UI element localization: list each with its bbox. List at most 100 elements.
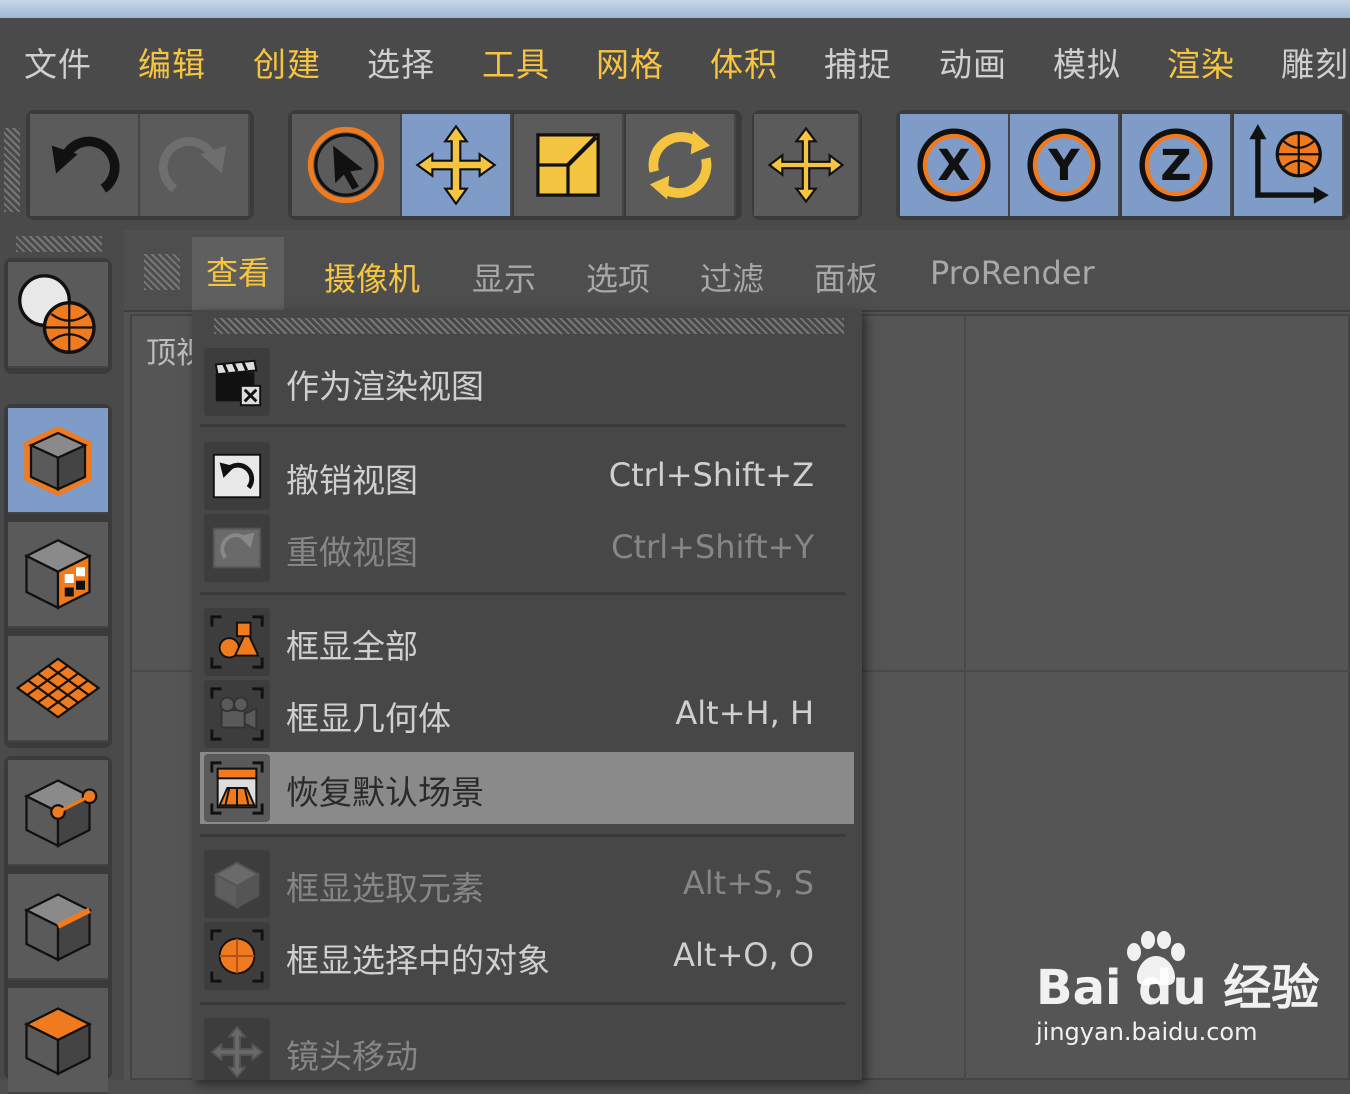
cursor-icon xyxy=(307,126,385,204)
grid-plane-icon xyxy=(15,657,101,719)
workplane-mode-button[interactable] xyxy=(8,262,108,368)
viewport-menu-filter[interactable]: 过滤 xyxy=(700,254,764,300)
cube-icon xyxy=(24,426,92,496)
globe-sphere-icon xyxy=(18,274,96,354)
move-arrows-icon xyxy=(415,124,497,206)
grid-line xyxy=(964,316,966,1082)
transform-arrows-icon xyxy=(767,126,845,204)
scale-icon xyxy=(536,133,600,197)
viewport-menu-panel[interactable]: 面板 xyxy=(814,254,878,300)
viewport-menu-prorender[interactable]: ProRender xyxy=(930,254,1095,292)
scale-button[interactable] xyxy=(514,114,624,216)
menu-file[interactable]: 文件 xyxy=(24,38,92,86)
points-cube-icon xyxy=(23,779,98,848)
menu-select[interactable]: 选择 xyxy=(367,38,435,86)
component-mode-group xyxy=(4,404,112,748)
model-mode-button[interactable] xyxy=(8,408,108,514)
menu-edit[interactable]: 编辑 xyxy=(138,38,206,86)
svg-text:Y: Y xyxy=(1047,141,1080,191)
menu-snap[interactable]: 捕捉 xyxy=(824,38,892,86)
toolbar-grip[interactable] xyxy=(4,128,20,212)
rotate-button[interactable] xyxy=(626,114,736,216)
menu-separator xyxy=(200,592,846,595)
redo-icon xyxy=(158,137,227,193)
points-mode-button[interactable] xyxy=(8,760,108,866)
y-axis-button[interactable]: Y xyxy=(1010,114,1120,216)
polygons-mode-button[interactable] xyxy=(8,988,108,1094)
coordinate-system-button[interactable] xyxy=(1234,114,1344,216)
checker-cube-icon xyxy=(23,538,93,610)
viewport-menu-camera[interactable]: 摄像机 xyxy=(324,254,420,300)
transform-extra-group xyxy=(752,110,862,220)
menu-render[interactable]: 渲染 xyxy=(1167,38,1235,86)
rotate-icon xyxy=(648,130,712,200)
menu-volume[interactable]: 体积 xyxy=(710,38,778,86)
edges-mode-button[interactable] xyxy=(8,874,108,980)
menu-create[interactable]: 创建 xyxy=(253,38,321,86)
left-palette-grip[interactable] xyxy=(16,236,102,252)
transform-button[interactable] xyxy=(754,114,860,216)
texture-mode-button[interactable] xyxy=(8,522,108,628)
frame-objects-icon xyxy=(204,922,270,990)
undo-button[interactable] xyxy=(30,114,140,216)
menu-animate[interactable]: 动画 xyxy=(939,38,1007,86)
viewport-grip[interactable] xyxy=(144,254,180,290)
polygons-cube-icon xyxy=(23,1007,93,1076)
baidu-jingyan-watermark: Bai du 经验 jingyan.baidu.com xyxy=(1036,930,1336,1050)
redo-button[interactable] xyxy=(140,114,250,216)
frame-elements-icon xyxy=(204,850,270,918)
menu-item-frame-all[interactable]: 框显全部 xyxy=(200,606,854,678)
menu-item-restore-default-scene[interactable]: 恢复默认场景 xyxy=(200,752,854,824)
menu-item-camera-move[interactable]: 镜头移动 xyxy=(200,1016,854,1080)
undo-redo-group xyxy=(26,110,254,220)
menu-sculpt[interactable]: 雕刻 xyxy=(1281,38,1349,86)
dropdown-tearoff-grip[interactable] xyxy=(214,318,844,334)
menu-tools[interactable]: 工具 xyxy=(482,38,550,86)
edges-cube-icon xyxy=(23,893,93,962)
menu-item-undo-view[interactable]: 撤销视图 Ctrl+Shift+Z xyxy=(200,440,854,512)
view-dropdown-menu: 作为渲染视图 撤销视图 Ctrl+Shift+Z 重做视图 Ctrl+Shift… xyxy=(192,310,862,1080)
world-coordinates-icon xyxy=(1249,124,1329,204)
window-title-bar xyxy=(0,0,1350,18)
z-axis-icon: Z xyxy=(1139,128,1213,202)
menu-item-label: 框显全部 xyxy=(286,627,418,666)
menu-item-frame-selected-objects[interactable]: 框显选择中的对象 Alt+O, O xyxy=(200,920,854,992)
menu-mesh[interactable]: 网格 xyxy=(596,38,664,86)
transform-tools-group xyxy=(288,110,742,220)
menu-item-shortcut: Alt+S, S xyxy=(682,864,814,902)
x-axis-icon: X xyxy=(917,128,991,202)
menu-item-as-render-view[interactable]: 作为渲染视图 xyxy=(200,346,854,418)
menu-item-shortcut: Ctrl+Shift+Z xyxy=(608,456,814,494)
move-button[interactable] xyxy=(402,114,512,216)
menu-item-shortcut: Alt+H, H xyxy=(675,694,814,732)
workplane-button[interactable] xyxy=(8,636,108,742)
restore-scene-icon xyxy=(204,754,270,822)
frame-geometry-icon xyxy=(204,680,270,748)
viewport-menu-display[interactable]: 显示 xyxy=(472,254,536,300)
menu-item-shortcut: Ctrl+Shift+Y xyxy=(611,528,814,566)
menu-item-frame-selected-elements[interactable]: 框显选取元素 Alt+S, S xyxy=(200,848,854,920)
viewport-menu-options[interactable]: 选项 xyxy=(586,254,650,300)
menu-item-label: 框显选择中的对象 xyxy=(286,941,550,980)
z-axis-button[interactable]: Z xyxy=(1122,114,1232,216)
element-mode-group xyxy=(4,756,112,1094)
viewport-menu-view[interactable]: 查看 xyxy=(192,237,285,310)
menu-item-frame-geometry[interactable]: 框显几何体 Alt+H, H xyxy=(200,678,854,750)
menu-separator xyxy=(200,424,846,427)
left-palette xyxy=(0,230,124,1094)
watermark-logo-text: Bai du 经验 xyxy=(1036,960,1320,1016)
svg-text:Z: Z xyxy=(1160,141,1191,191)
frame-all-icon xyxy=(204,608,270,676)
undo-view-icon xyxy=(204,442,270,510)
svg-text:X: X xyxy=(937,141,970,191)
redo-view-icon xyxy=(204,514,270,582)
menu-simulate[interactable]: 模拟 xyxy=(1053,38,1121,86)
x-axis-button[interactable]: X xyxy=(900,114,1010,216)
live-selection-button[interactable] xyxy=(292,114,402,216)
undo-icon xyxy=(51,136,120,193)
main-toolbar: X Y Z xyxy=(0,104,1350,230)
menu-item-label: 镜头移动 xyxy=(286,1037,418,1076)
menu-item-label: 框显选取元素 xyxy=(286,869,484,908)
menu-item-label: 作为渲染视图 xyxy=(286,367,484,406)
menu-item-redo-view[interactable]: 重做视图 Ctrl+Shift+Y xyxy=(200,512,854,584)
